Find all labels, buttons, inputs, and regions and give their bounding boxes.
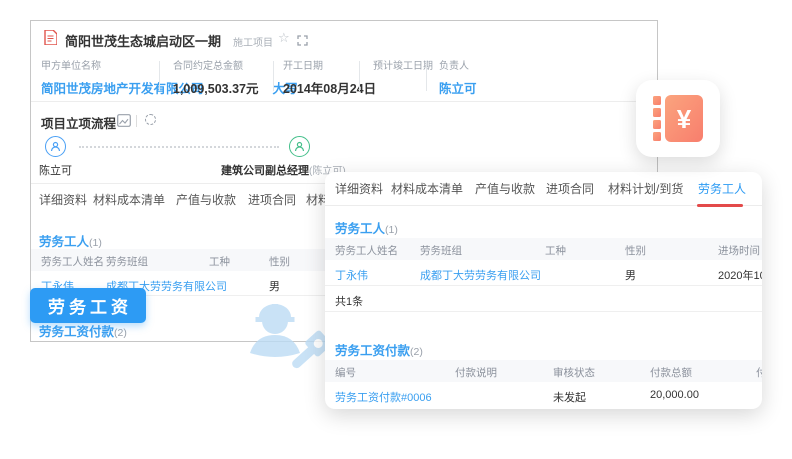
field-label: 负责人	[439, 57, 477, 72]
worker-heading-count: (1)	[385, 224, 398, 236]
field-divider	[426, 61, 427, 91]
cell-payment-total: 20,000.00	[650, 389, 699, 401]
field-label: 开工日期	[283, 57, 376, 72]
cell-gender: 男	[625, 267, 636, 283]
col-trade: 工种	[209, 254, 230, 269]
tab-material-plan[interactable]: 材料计划/到货	[608, 180, 683, 197]
person-icon	[294, 141, 305, 152]
worker-heading-text: 劳务工人	[39, 235, 89, 249]
section-divider	[31, 101, 657, 102]
step-initiator-name: 陈立可	[39, 161, 72, 179]
step-avatar-initiator[interactable]	[45, 136, 66, 157]
worker-heading-text: 劳务工人	[335, 222, 385, 236]
flowchart-icon[interactable]	[117, 114, 131, 132]
project-title: 简阳世茂生态城启动区一期	[65, 31, 221, 50]
person-icon	[50, 141, 61, 152]
worker-section-heading: 劳务工人(1)	[39, 231, 102, 251]
panel-tab-bar: 详细资料 材料成本清单 产值与收款 进项合同 材料计划/到货 劳务工人	[325, 180, 762, 204]
tab-detail[interactable]: 详细资料	[39, 191, 87, 208]
col-entry-date: 进场时间	[718, 243, 760, 258]
step-avatar-approver[interactable]	[289, 136, 310, 157]
payment-heading-count: (2)	[410, 346, 423, 358]
cell-review-status: 未发起	[553, 389, 586, 405]
process-section: 项目立项流程	[41, 113, 116, 133]
field-label: 合同约定总金额	[173, 57, 298, 72]
field-divider	[159, 61, 160, 91]
hard-hat	[256, 304, 295, 322]
labor-wage-badge[interactable]: 劳务工资	[30, 288, 146, 323]
process-title: 项目立项流程	[41, 117, 116, 131]
col-number: 编号	[335, 365, 356, 380]
tab-contracts[interactable]: 进项合同	[248, 191, 296, 208]
screenshot-stage: 简阳世茂生态城启动区一期 施工项目 ☆ 甲方单位名称 简阳世茂房地产开发有限公司…	[0, 0, 792, 459]
cell-entry-date: 2020年10月	[718, 267, 762, 283]
refresh-icon[interactable]	[145, 114, 156, 125]
field-finish-date: 预计竣工日期	[373, 57, 433, 78]
document-icon	[44, 30, 57, 50]
yuan-ledger-icon: ¥	[652, 94, 704, 144]
wage-ledger-card[interactable]: ¥	[636, 80, 720, 157]
col-trade: 工种	[545, 243, 566, 258]
worker-heading-count: (1)	[89, 237, 102, 249]
step-name-text: 建筑公司副总经理	[221, 165, 309, 177]
col-labor-team: 劳务班组	[420, 243, 462, 258]
icon-separator	[136, 115, 137, 127]
tab-material-cost[interactable]: 材料成本清单	[391, 180, 463, 197]
step-name-text: 陈立可	[39, 165, 72, 177]
col-clipped: 付	[756, 365, 762, 380]
tab-labor-workers[interactable]: 劳务工人	[698, 180, 746, 197]
payment-heading-text: 劳务工资付款	[39, 325, 114, 339]
worker-table-header: 劳务工人姓名 劳务班组 工种 性别 进场时间	[325, 238, 762, 260]
active-tab-underline	[697, 204, 743, 207]
manager-link[interactable]: 陈立可	[439, 82, 477, 96]
process-connector	[79, 146, 279, 148]
payment-heading-count: (2)	[114, 327, 127, 339]
col-payment-note: 付款说明	[455, 365, 497, 380]
col-gender: 性别	[269, 254, 290, 269]
tab-contracts[interactable]: 进项合同	[546, 180, 594, 197]
col-payment-total: 付款总额	[650, 365, 692, 380]
start-date-value: 2014年08月24日	[283, 82, 376, 96]
cell-worker-name[interactable]: 丁永伟	[335, 267, 368, 283]
payment-table-row[interactable]: 劳务工资付款#0006 未发起 20,000.00	[325, 382, 762, 408]
row-count-summary: 共1条	[335, 293, 363, 309]
payment-section-heading: 劳务工资付款(2)	[39, 321, 127, 341]
field-contract-amount: 合同约定总金额 1,009,503.37元大写	[173, 57, 298, 98]
worker-detail-panel: 详细资料 材料成本清单 产值与收款 进项合同 材料计划/到货 劳务工人 劳务工人…	[325, 172, 762, 409]
field-divider	[273, 61, 274, 91]
tab-output-value[interactable]: 产值与收款	[475, 180, 535, 197]
col-labor-team: 劳务班组	[106, 254, 148, 269]
worker-body	[250, 335, 300, 357]
col-review-status: 审核状态	[553, 365, 595, 380]
payment-table-header: 编号 付款说明 审核状态 付款总额 付	[325, 360, 762, 382]
col-gender: 性别	[625, 243, 646, 258]
contract-amount-value: 1,009,503.37元	[173, 82, 259, 96]
field-label: 预计竣工日期	[373, 57, 433, 72]
fullscreen-icon[interactable]	[297, 33, 308, 51]
project-type-tag: 施工项目	[233, 34, 273, 49]
worker-watermark	[233, 291, 333, 384]
payment-section-heading: 劳务工资付款(2)	[335, 340, 423, 360]
payment-heading-text: 劳务工资付款	[335, 344, 410, 358]
field-start-date: 开工日期 2014年08月24日	[283, 57, 376, 98]
project-title-row: 简阳世茂生态城启动区一期 施工项目 ☆	[31, 27, 657, 53]
col-worker-name: 劳务工人姓名	[41, 254, 104, 269]
worker-table-row[interactable]: 丁永伟 成都丁大劳劳务有限公司 男 2020年10月	[325, 260, 762, 286]
cell-payment-number[interactable]: 劳务工资付款#0006	[335, 389, 432, 405]
favorite-star-icon[interactable]: ☆	[278, 30, 290, 46]
cell-labor-team[interactable]: 成都丁大劳劳务有限公司	[420, 267, 541, 283]
col-worker-name: 劳务工人姓名	[335, 243, 398, 258]
yuan-symbol: ¥	[677, 104, 692, 134]
worker-section-heading: 劳务工人(1)	[335, 218, 398, 238]
tab-output-value[interactable]: 产值与收款	[176, 191, 236, 208]
tab-material-cost[interactable]: 材料成本清单	[93, 191, 165, 208]
worker-table-summary-row: 共1条	[325, 286, 762, 312]
tab-detail[interactable]: 详细资料	[335, 180, 383, 197]
field-manager: 负责人 陈立可	[439, 57, 477, 98]
field-divider	[359, 61, 360, 91]
